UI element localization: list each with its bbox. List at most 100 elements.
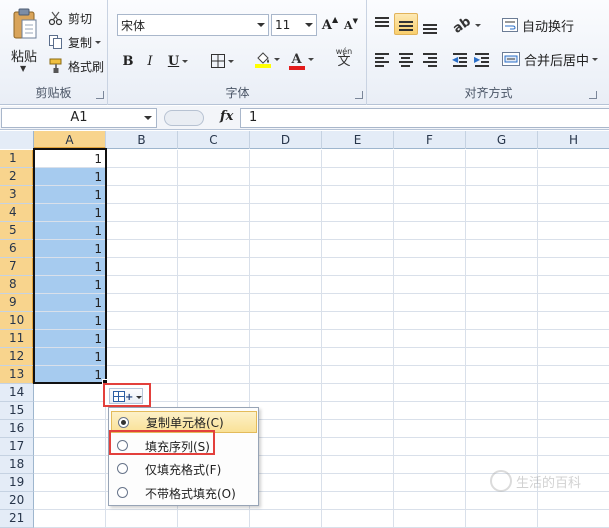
chevron-down-icon[interactable]: ▼ — [20, 64, 26, 73]
row-header-20[interactable]: 20 — [0, 492, 34, 510]
chevron-down-icon[interactable] — [474, 23, 481, 27]
font-name-dropdown[interactable]: 宋体 — [117, 14, 269, 36]
chevron-down-icon[interactable] — [592, 57, 599, 61]
borders-button[interactable] — [207, 50, 237, 72]
row-header-13[interactable]: 13 — [0, 366, 34, 384]
chevron-down-icon[interactable] — [182, 59, 189, 63]
row-header-19[interactable]: 19 — [0, 474, 34, 492]
middle-align-button[interactable] — [394, 13, 418, 35]
increase-indent-icon[interactable]: ▶ — [474, 52, 492, 68]
cell-a12[interactable]: 1 — [34, 348, 106, 366]
wrap-text-button[interactable]: 自动换行 — [502, 14, 582, 36]
chevron-down-icon[interactable] — [144, 116, 152, 120]
row-header-8[interactable]: 8 — [0, 276, 34, 294]
merge-center-button[interactable]: 合并后居中 — [502, 48, 602, 70]
cell-a8[interactable]: 1 — [34, 276, 106, 294]
chevron-down-icon[interactable] — [95, 40, 102, 44]
column-header-c[interactable]: C — [178, 131, 250, 149]
copy-cells-option[interactable]: 复制单元格(C) — [111, 411, 257, 433]
column-header-f[interactable]: F — [394, 131, 466, 149]
row-header-7[interactable]: 7 — [0, 258, 34, 276]
cell-a2[interactable]: 1 — [34, 168, 106, 186]
font-size-dropdown[interactable]: 11 — [271, 14, 317, 36]
phonetic-button[interactable]: wén 文 — [327, 46, 361, 68]
grow-font-label: A — [321, 17, 332, 33]
chevron-down-icon[interactable] — [257, 23, 265, 27]
cell-a3[interactable]: 1 — [34, 186, 106, 204]
row-header-21[interactable]: 21 — [0, 510, 34, 528]
cell-a6[interactable]: 1 — [34, 240, 106, 258]
name-box[interactable]: A1 — [1, 108, 157, 128]
orientation-button[interactable]: ab — [450, 14, 484, 36]
cell-a5[interactable]: 1 — [34, 222, 106, 240]
radio-button-icon[interactable] — [117, 463, 128, 474]
select-all-corner[interactable] — [0, 131, 34, 149]
column-header-d[interactable]: D — [250, 131, 322, 149]
column-header-b[interactable]: B — [106, 131, 178, 149]
row-header-3[interactable]: 3 — [0, 186, 34, 204]
top-align-icon[interactable] — [374, 16, 392, 32]
row-header-16[interactable]: 16 — [0, 420, 34, 438]
paste-button[interactable]: 粘贴 ▼ — [4, 4, 44, 76]
chevron-down-icon[interactable] — [227, 59, 234, 63]
row-header-15[interactable]: 15 — [0, 402, 34, 420]
font-group: 宋体 11 A ▲ A ▼ B I U A wén 文 字体 — [109, 0, 367, 105]
radio-button-icon[interactable] — [117, 487, 128, 498]
copy-button[interactable]: 复制 — [48, 32, 102, 52]
italic-button[interactable]: I — [141, 50, 159, 72]
chevron-down-icon[interactable] — [307, 57, 314, 61]
autofill-plus-icon: + — [125, 392, 134, 403]
underline-button[interactable]: U — [163, 50, 193, 72]
align-center-icon[interactable] — [398, 52, 416, 68]
row-header-18[interactable]: 18 — [0, 456, 34, 474]
insert-function-icon[interactable]: fx — [220, 109, 233, 124]
format-painter-button[interactable]: 格式刷 — [48, 56, 104, 76]
bottom-align-icon[interactable] — [422, 18, 440, 34]
cell-a10[interactable]: 1 — [34, 312, 106, 330]
cell-a13[interactable]: 1 — [34, 366, 106, 384]
column-header-h[interactable]: H — [538, 131, 609, 149]
row-header-14[interactable]: 14 — [0, 384, 34, 402]
row-header-4[interactable]: 4 — [0, 204, 34, 222]
column-header-e[interactable]: E — [322, 131, 394, 149]
cell-a4[interactable]: 1 — [34, 204, 106, 222]
radio-button-icon[interactable] — [118, 417, 129, 428]
chevron-down-icon[interactable] — [273, 57, 280, 61]
cell-a11[interactable]: 1 — [34, 330, 106, 348]
fill-without-formatting-option[interactable]: 不带格式填充(O) — [111, 482, 257, 504]
font-color-button[interactable]: A — [285, 48, 317, 70]
align-left-icon[interactable] — [374, 52, 392, 68]
row-header-17[interactable]: 17 — [0, 438, 34, 456]
fill-color-button[interactable] — [251, 48, 283, 70]
formula-input[interactable]: 1 — [240, 108, 609, 128]
cut-button[interactable]: 剪切 — [48, 8, 92, 28]
align-right-icon[interactable] — [422, 52, 440, 68]
row-header-6[interactable]: 6 — [0, 240, 34, 258]
row-header-2[interactable]: 2 — [0, 168, 34, 186]
column-header-g[interactable]: G — [466, 131, 538, 149]
chevron-down-icon[interactable] — [305, 23, 313, 27]
row-header-9[interactable]: 9 — [0, 294, 34, 312]
fill-series-option[interactable]: 填充序列(S) — [111, 435, 257, 457]
grow-font-button[interactable]: A ▲ — [320, 14, 340, 36]
row-header-1[interactable]: 1 — [0, 150, 34, 168]
radio-button-icon[interactable] — [117, 440, 128, 451]
autofill-options-button[interactable]: + — [103, 383, 151, 407]
cell-a7[interactable]: 1 — [34, 258, 106, 276]
decrease-indent-icon[interactable]: ◀ — [452, 52, 470, 68]
column-header-a[interactable]: A — [34, 131, 106, 149]
row-header-12[interactable]: 12 — [0, 348, 34, 366]
bold-button[interactable]: B — [119, 50, 137, 72]
cell-a1[interactable]: 1 — [34, 150, 106, 168]
row-header-11[interactable]: 11 — [0, 330, 34, 348]
dialog-launcher-icon[interactable] — [96, 91, 104, 99]
row-header-5[interactable]: 5 — [0, 222, 34, 240]
dialog-launcher-icon[interactable] — [355, 91, 363, 99]
dialog-launcher-icon[interactable] — [589, 91, 597, 99]
formula-bar-grip[interactable] — [164, 110, 204, 126]
cell-a9[interactable]: 1 — [34, 294, 106, 312]
shrink-font-button[interactable]: A ▼ — [342, 14, 360, 36]
row-header-10[interactable]: 10 — [0, 312, 34, 330]
formula-bar: A1 fx 1 — [0, 106, 609, 130]
fill-formatting-only-option[interactable]: 仅填充格式(F) — [111, 458, 257, 480]
